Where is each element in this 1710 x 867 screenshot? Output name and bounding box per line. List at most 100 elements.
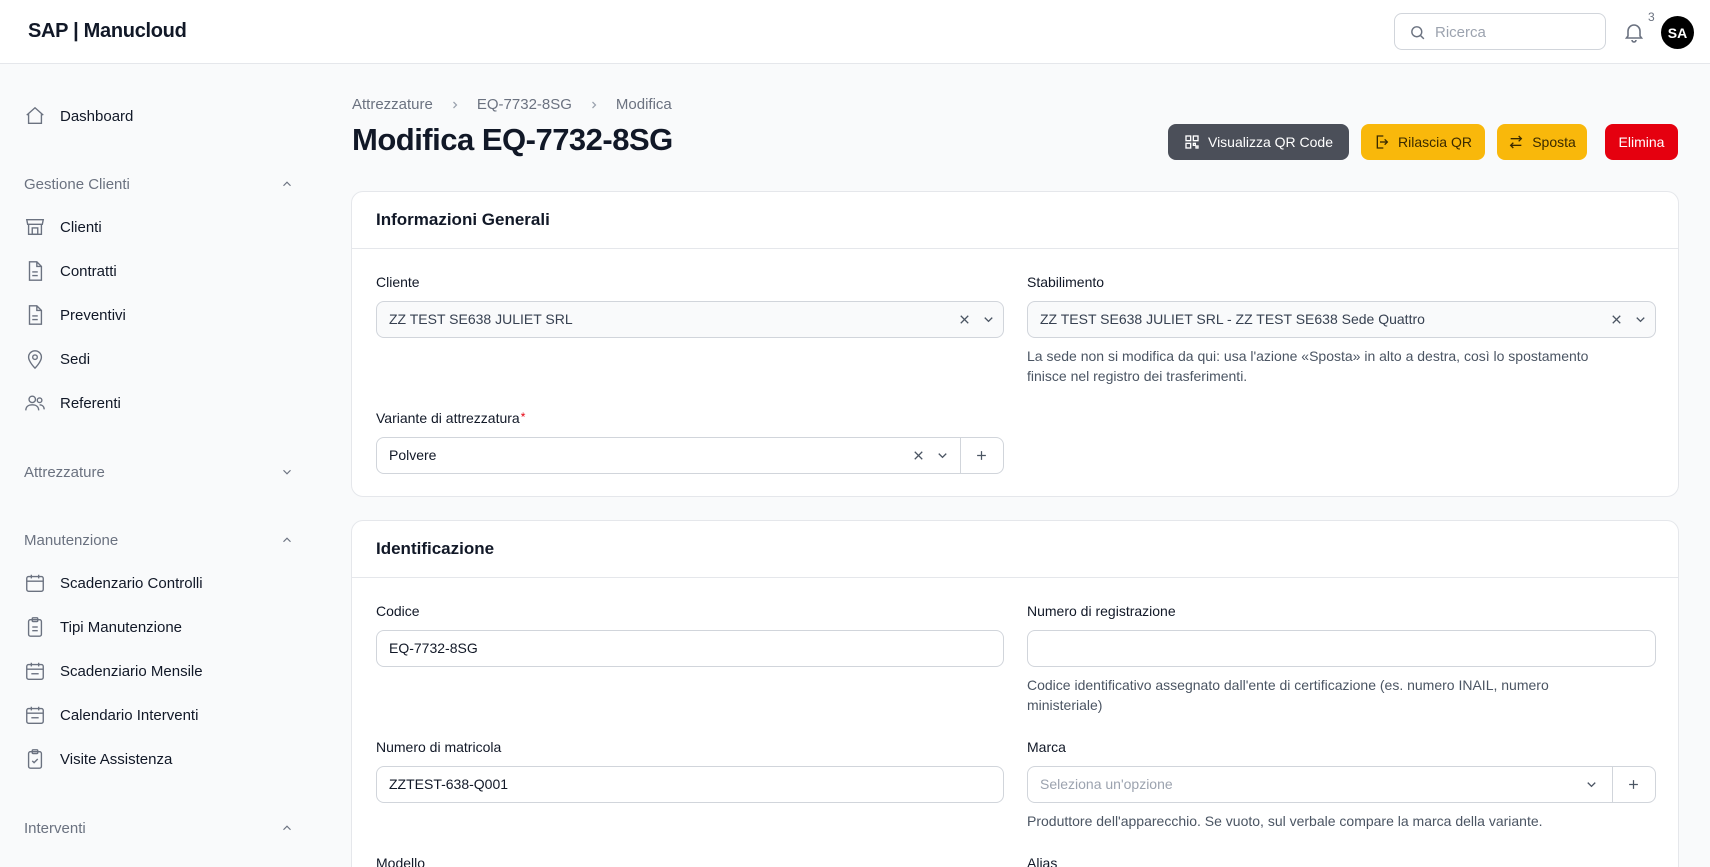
card-title: Informazioni Generali <box>352 192 1678 249</box>
marca-select[interactable]: Seleziona un'opzione <box>1027 766 1656 803</box>
search-icon <box>1411 26 1425 40</box>
qr-code-icon <box>1185 135 1199 149</box>
sidebar-item-label: Tipi Manutenzione <box>60 618 183 636</box>
clear-icon[interactable] <box>1609 312 1624 327</box>
sidebar-item-label: Scadenziario Mensile <box>60 662 203 680</box>
sidebar-item-scadenzario-controlli[interactable]: Scadenzario Controlli <box>24 568 294 598</box>
sidebar-item-referenti[interactable]: Referenti <box>24 388 294 418</box>
sidebar-item-visite-assistenza[interactable]: Visite Assistenza <box>24 744 294 774</box>
breadcrumb-equipment[interactable]: EQ-7732-8SG <box>477 96 572 113</box>
sidebar-item-tipi-manutenzione[interactable]: Tipi Manutenzione <box>24 612 294 642</box>
chevron-right-icon <box>449 99 461 111</box>
sidebar-item-label: Dashboard <box>60 107 134 125</box>
view-qr-code-button[interactable]: Visualizza QR Code <box>1168 124 1349 160</box>
sidebar-group-label: Gestione Clienti <box>24 175 130 193</box>
matricola-label: Numero di matricola <box>376 739 502 755</box>
registrazione-input[interactable] <box>1027 630 1656 667</box>
sidebar-group-gestione-clienti[interactable]: Gestione Clienti <box>24 172 294 196</box>
general-info-card: Informazioni Generali Cliente ZZ TEST SE… <box>351 191 1679 497</box>
sidebar-group-manutenzione[interactable]: Manutenzione <box>24 528 294 552</box>
logout-icon <box>1376 135 1389 149</box>
stabilimento-select[interactable]: ZZ TEST SE638 JULIET SRL - ZZ TEST SE638… <box>1027 301 1656 338</box>
codice-label: Codice <box>376 603 420 619</box>
clear-icon[interactable] <box>957 312 972 327</box>
chevron-right-icon <box>588 99 600 111</box>
hint-line: Codice identificativo assegnato dall'ent… <box>1027 677 1549 693</box>
bell-icon[interactable] <box>1622 20 1646 44</box>
top-bar: SAP | Manucloud 3 SA <box>0 0 1710 64</box>
stabilimento-hint: La sede non si modifica da qui: usa l'az… <box>1027 346 1656 386</box>
hint-line: finisce nel registro dei trasferimenti. <box>1027 368 1248 384</box>
sidebar: Dashboard Gestione Clienti Clienti Contr… <box>0 64 310 867</box>
chevron-up-icon <box>283 825 291 831</box>
sidebar-item-dashboard[interactable]: Dashboard <box>24 101 294 131</box>
sidebar-group-label: Manutenzione <box>24 531 119 549</box>
page-title: Modifica EQ-7732-8SG <box>352 122 673 157</box>
sidebar-group-label: Attrezzature <box>24 463 105 481</box>
chevron-down-icon[interactable] <box>1633 312 1648 327</box>
variante-select[interactable]: Polvere <box>376 437 1004 474</box>
breadcrumb: Attrezzature EQ-7732-8SG Modifica <box>352 96 672 113</box>
home-icon <box>26 106 44 125</box>
sidebar-item-label: Scadenzario Controlli <box>60 574 203 592</box>
sidebar-item-label: Preventivi <box>60 306 126 324</box>
swap-arrows-icon <box>1509 135 1523 149</box>
registrazione-hint: Codice identificativo assegnato dall'ent… <box>1027 675 1656 715</box>
button-label: Sposta <box>1532 134 1576 150</box>
sidebar-item-contratti[interactable]: Contratti <box>24 256 294 286</box>
marca-placeholder: Seleziona un'opzione <box>1040 776 1173 792</box>
sidebar-item-sedi[interactable]: Sedi <box>24 344 294 374</box>
app-brand[interactable]: SAP | Manucloud <box>28 20 187 43</box>
sidebar-item-calendario-interventi[interactable]: Calendario Interventi <box>24 700 294 730</box>
button-label: Rilascia QR <box>1398 134 1472 150</box>
codice-input[interactable]: EQ-7732-8SG <box>376 630 1004 667</box>
matricola-input[interactable]: ZZTEST-638-Q001 <box>376 766 1004 803</box>
variante-value: Polvere <box>389 447 437 463</box>
cliente-label: Cliente <box>376 274 420 290</box>
store-icon <box>25 218 45 236</box>
delete-button[interactable]: Elimina <box>1605 124 1678 160</box>
variante-label-text: Variante di attrezzatura <box>376 410 520 426</box>
chevron-down-icon[interactable] <box>935 448 950 463</box>
sidebar-item-label: Visite Assistenza <box>60 750 173 768</box>
sidebar-item-preventivi[interactable]: Preventivi <box>24 300 294 330</box>
sidebar-group-interventi[interactable]: Interventi <box>24 816 294 840</box>
cliente-select[interactable]: ZZ TEST SE638 JULIET SRL <box>376 301 1004 338</box>
variante-label: Variante di attrezzatura* <box>376 410 525 426</box>
sidebar-item-clienti[interactable]: Clienti <box>24 212 294 242</box>
search-box[interactable] <box>1394 13 1606 50</box>
cliente-value: ZZ TEST SE638 JULIET SRL <box>389 311 573 327</box>
field-divider <box>1612 767 1613 802</box>
document-icon <box>28 261 43 281</box>
sidebar-item-label: Clienti <box>60 218 102 236</box>
sidebar-item-label: Sedi <box>60 350 91 368</box>
chevron-down-icon[interactable] <box>981 312 996 327</box>
notification-count: 3 <box>1648 10 1655 24</box>
release-qr-button[interactable]: Rilascia QR <box>1361 124 1485 160</box>
button-label: Visualizza QR Code <box>1207 134 1334 150</box>
sidebar-item-label: Referenti <box>60 394 121 412</box>
sidebar-item-label: Contratti <box>60 262 117 280</box>
hint-line: ministeriale) <box>1027 697 1103 713</box>
breadcrumb-attrezzature[interactable]: Attrezzature <box>352 96 433 113</box>
clear-icon[interactable] <box>911 448 926 463</box>
hint-line: La sede non si modifica da qui: usa l'az… <box>1027 348 1589 364</box>
stabilimento-label: Stabilimento <box>1027 274 1105 290</box>
calendar-icon <box>26 574 44 592</box>
search-input[interactable] <box>1435 22 1595 42</box>
chevron-down-icon[interactable] <box>1584 777 1599 792</box>
identification-card: Identificazione Codice EQ-7732-8SG Numer… <box>351 520 1679 867</box>
sidebar-item-scadenziario-mensile[interactable]: Scadenziario Mensile <box>24 656 294 686</box>
avatar[interactable]: SA <box>1661 16 1694 49</box>
plus-icon[interactable] <box>1626 777 1641 792</box>
move-button[interactable]: Sposta <box>1497 124 1587 160</box>
card-title: Identificazione <box>352 521 1678 578</box>
required-marker: * <box>520 410 526 424</box>
modello-label: Modello <box>376 855 426 867</box>
sidebar-group-label: Interventi <box>24 819 86 837</box>
button-label: Elimina <box>1618 134 1665 150</box>
clipboard-icon <box>27 617 43 637</box>
plus-icon[interactable] <box>974 448 989 463</box>
sidebar-group-attrezzature[interactable]: Attrezzature <box>24 460 294 484</box>
users-icon <box>25 395 45 411</box>
